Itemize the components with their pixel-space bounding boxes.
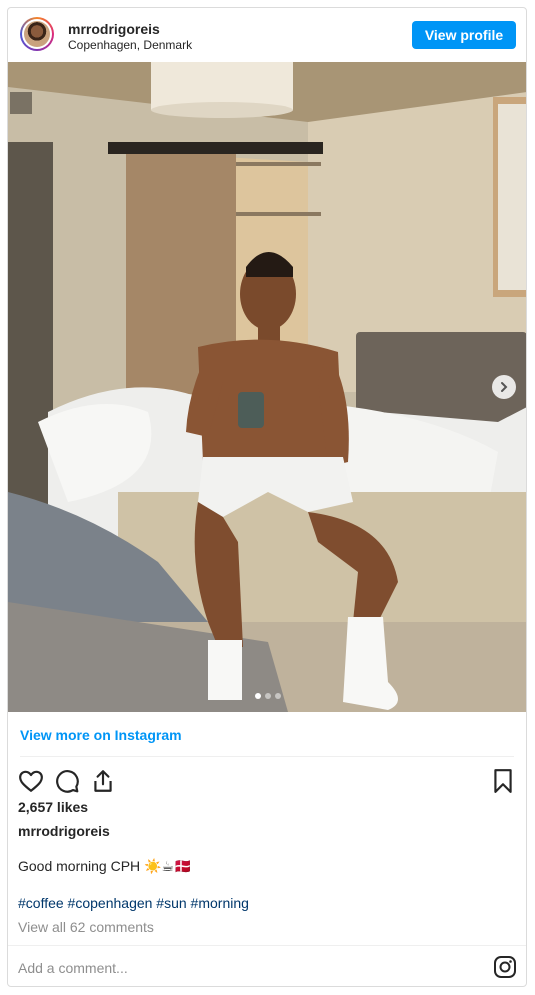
chevron-right-icon [501, 382, 508, 392]
username[interactable]: mrrodrigoreis [68, 21, 160, 37]
action-bar [8, 764, 526, 800]
hashtags[interactable]: #coffee #copenhagen #sun #morning [18, 895, 249, 911]
share-icon[interactable] [90, 768, 116, 794]
heart-icon[interactable] [18, 768, 44, 794]
location[interactable]: Copenhagen, Denmark [68, 38, 192, 52]
avatar-photo [24, 21, 50, 47]
view-profile-button[interactable]: View profile [412, 21, 516, 49]
carousel-dot [275, 693, 281, 699]
carousel-dot [265, 693, 271, 699]
instagram-logo-icon[interactable] [493, 955, 517, 979]
add-comment-input[interactable]: Add a comment... [18, 960, 128, 976]
caption-text: Good morning CPH ☀️☕🇩🇰 [18, 858, 192, 874]
post-photo-illustration [8, 62, 526, 712]
post-photo[interactable] [8, 62, 526, 712]
carousel-indicator [255, 693, 281, 699]
avatar[interactable] [20, 17, 54, 51]
divider [20, 756, 514, 757]
post-header: mrrodrigoreis Copenhagen, Denmark View p… [8, 8, 526, 62]
instagram-embed-card: mrrodrigoreis Copenhagen, Denmark View p… [7, 7, 527, 987]
comment-icon[interactable] [54, 768, 80, 794]
carousel-dot-active [255, 693, 261, 699]
comment-bar: Add a comment... [8, 945, 526, 986]
carousel-next-button[interactable] [492, 375, 516, 399]
caption-username[interactable]: mrrodrigoreis [18, 823, 110, 839]
view-more-link[interactable]: View more on Instagram [20, 727, 182, 743]
bookmark-icon[interactable] [490, 768, 516, 794]
likes-count[interactable]: 2,657 likes [18, 799, 88, 815]
view-comments-link[interactable]: View all 62 comments [18, 919, 154, 935]
